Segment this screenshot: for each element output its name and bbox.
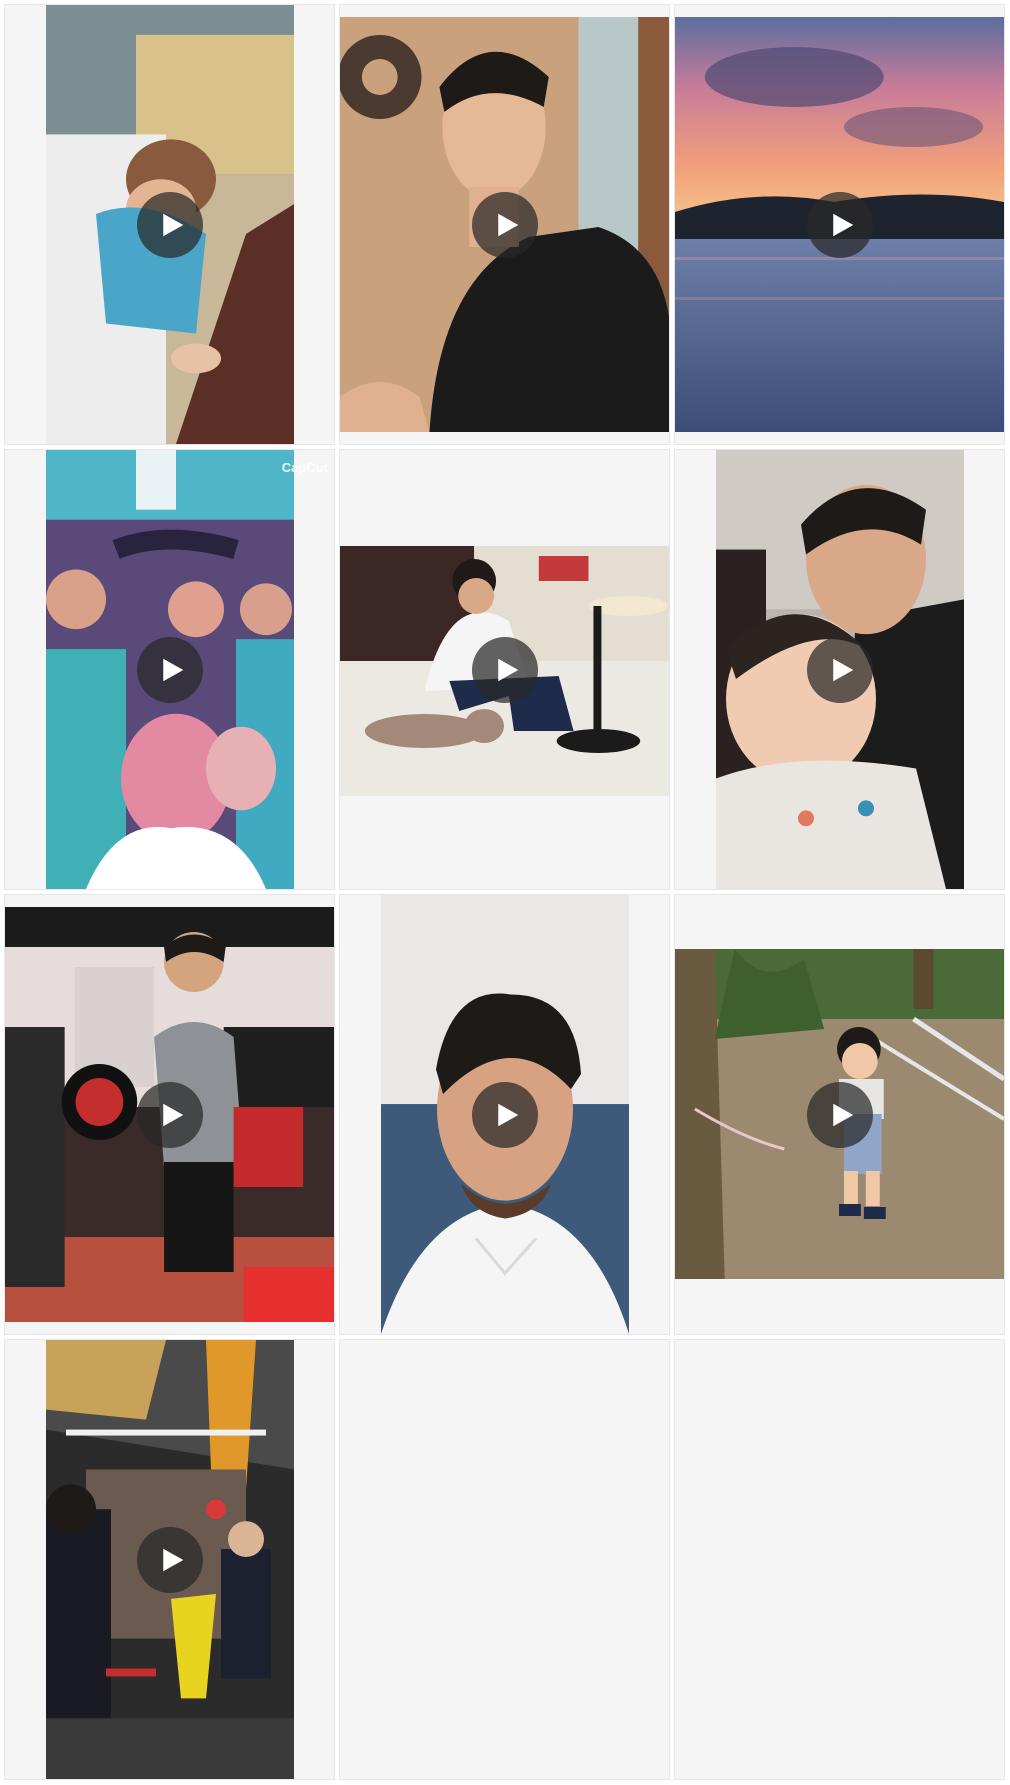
video-subject: night market street scene: [5, 1340, 6, 1341]
play-icon: [136, 191, 203, 258]
video-tile[interactable]: man lifting dumbbell at gym: [4, 894, 335, 1335]
play-icon: [806, 191, 873, 258]
video-tile[interactable]: man holding baby selfie: [674, 449, 1005, 890]
play-icon: [471, 191, 538, 258]
video-subject: man in white shirt selfie: [340, 895, 341, 896]
empty-tile: [339, 1339, 670, 1780]
capcut-watermark: CapCut: [281, 460, 328, 475]
play-icon: [136, 1526, 203, 1593]
video-tile[interactable]: man in black t-shirt talking: [339, 4, 670, 445]
video-tile[interactable]: baby sleeping in high chair: [4, 4, 335, 445]
play-icon: [136, 636, 203, 703]
video-subject: crowd selfie at party: [5, 450, 6, 451]
video-subject: man in black t-shirt talking: [340, 5, 341, 6]
empty-tile: [674, 1339, 1005, 1780]
video-subject: man petting cat on floor: [340, 450, 341, 451]
video-subject: baby sleeping in high chair: [5, 5, 6, 6]
video-tile[interactable]: CapCut crowd selfie at party: [4, 449, 335, 890]
video-grid-page: baby sleeping in high chair: [0, 0, 1010, 1785]
video-tile[interactable]: man petting cat on floor: [339, 449, 670, 890]
video-subject: man holding baby selfie: [675, 450, 676, 451]
play-icon: [806, 1081, 873, 1148]
video-tile[interactable]: man in white shirt selfie: [339, 894, 670, 1335]
play-icon: [806, 636, 873, 703]
video-tile[interactable]: toddler standing in park: [674, 894, 1005, 1335]
play-icon: [136, 1081, 203, 1148]
video-subject: toddler standing in park: [675, 895, 676, 896]
video-grid: baby sleeping in high chair: [4, 4, 1006, 1780]
play-icon: [471, 1081, 538, 1148]
video-subject: man lifting dumbbell at gym: [5, 895, 6, 896]
video-tile[interactable]: sunset over lake: [674, 4, 1005, 445]
video-subject: sunset over lake: [675, 5, 676, 6]
video-tile[interactable]: night market street scene: [4, 1339, 335, 1780]
play-icon: [471, 636, 538, 703]
